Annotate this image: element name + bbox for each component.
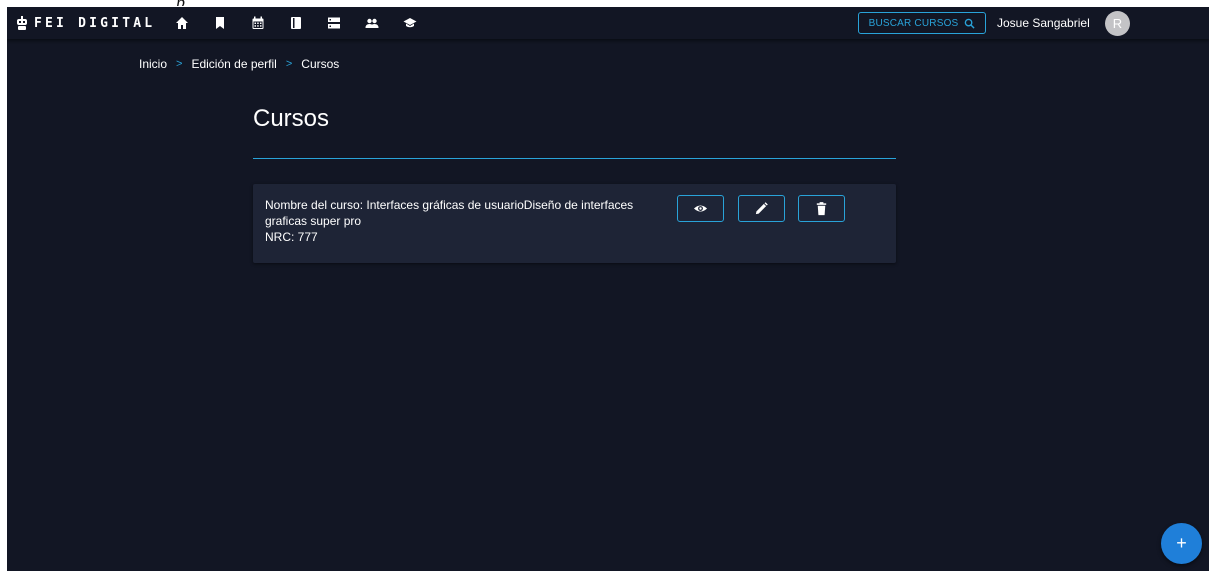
page-title: Cursos bbox=[253, 105, 330, 132]
breadcrumb-item-cursos: Cursos bbox=[301, 57, 340, 71]
breadcrumb-separator-icon: > bbox=[176, 58, 183, 70]
navbar: FEI DIGITAL BUSCAR CURSOS Josue Sangabri… bbox=[7, 7, 1209, 39]
breadcrumb-item-edicion-perfil[interactable]: Edición de perfil bbox=[191, 57, 276, 71]
course-card: Nombre del curso: Interfaces gráficas de… bbox=[253, 184, 896, 263]
graduation-cap-icon[interactable] bbox=[403, 16, 417, 30]
breadcrumb-item-inicio[interactable]: Inicio bbox=[139, 57, 167, 71]
breadcrumb: Inicio > Edición de perfil > Cursos bbox=[139, 57, 339, 71]
breadcrumb-separator-icon: > bbox=[285, 58, 293, 70]
user-name[interactable]: Josue Sangabriel bbox=[997, 16, 1090, 30]
avatar[interactable]: R bbox=[1105, 11, 1130, 36]
trash-icon bbox=[816, 202, 827, 216]
course-info: Nombre del curso: Interfaces gráficas de… bbox=[265, 197, 665, 245]
bookmark-icon[interactable] bbox=[213, 16, 227, 30]
pencil-icon bbox=[755, 202, 768, 215]
course-nrc: NRC: 777 bbox=[265, 230, 318, 244]
edit-course-button[interactable] bbox=[738, 195, 785, 222]
title-divider bbox=[253, 158, 896, 159]
search-icon bbox=[965, 18, 976, 29]
people-icon[interactable] bbox=[365, 16, 379, 30]
home-icon[interactable] bbox=[175, 16, 189, 30]
course-name: Nombre del curso: Interfaces gráficas de… bbox=[265, 198, 634, 228]
brand-name: FEI DIGITAL bbox=[34, 15, 156, 31]
top-fragment-text: p bbox=[176, 0, 185, 6]
book-icon[interactable] bbox=[289, 16, 303, 30]
view-course-button[interactable] bbox=[677, 195, 724, 222]
add-course-button[interactable]: + bbox=[1161, 523, 1202, 564]
search-courses-label: BUSCAR CURSOS bbox=[868, 17, 959, 29]
robot-logo-icon bbox=[16, 16, 28, 30]
delete-course-button[interactable] bbox=[798, 195, 845, 222]
app-window: FEI DIGITAL BUSCAR CURSOS Josue Sangabri… bbox=[7, 7, 1209, 571]
nav-icon-bar bbox=[175, 16, 441, 30]
search-courses-button[interactable]: BUSCAR CURSOS bbox=[858, 12, 986, 34]
brand[interactable]: FEI DIGITAL bbox=[16, 16, 155, 31]
calendar-icon[interactable] bbox=[251, 16, 265, 30]
storage-icon[interactable] bbox=[327, 16, 341, 30]
top-text-fragment: p bbox=[176, 0, 206, 6]
eye-icon bbox=[693, 205, 708, 212]
